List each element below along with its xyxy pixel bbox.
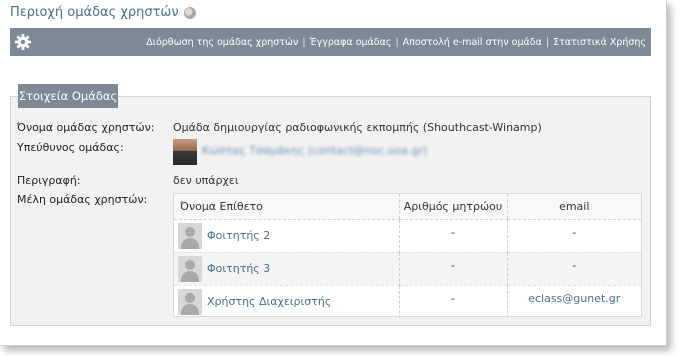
user-avatar-icon: [178, 288, 202, 315]
panel-legend: Στοιχεία Ομάδας: [18, 84, 118, 108]
member-name-link[interactable]: Φοιτητής 3: [207, 262, 270, 275]
member-email: -: [506, 219, 641, 252]
member-registry: -: [398, 219, 507, 252]
member-email-link[interactable]: eclass@gunet.gr: [528, 292, 620, 305]
group-name-label: Όνομα ομάδας χρηστών:: [17, 121, 155, 134]
column-header-name: Όνομα Επίθετο: [174, 194, 399, 220]
members-label: Μέλη ομάδας χρηστών:: [17, 193, 148, 206]
owner-name-link[interactable]: Κώστας Τσαμάκης (contact@noc.uoa.gr): [202, 144, 427, 157]
table-row: Φοιτητής 2 - -: [174, 219, 641, 252]
member-registry: -: [398, 251, 507, 285]
send-email-link[interactable]: Αποστολή e-mail στην ομάδα: [403, 37, 542, 48]
separator: |: [302, 36, 306, 48]
page-title: Περιοχή ομάδας χρηστών: [10, 5, 196, 20]
members-table: Όνομα Επίθετο Αριθμός μητρώου email Φοιτ…: [173, 193, 642, 318]
owner-label: Υπεύθυνος ομάδας:: [17, 141, 124, 154]
edit-group-link[interactable]: Διόρθωση της ομάδας χρηστών: [146, 37, 298, 48]
table-header-row: Όνομα Επίθετο Αριθμός μητρώου email: [174, 194, 641, 220]
description-value: δεν υπάρχει: [173, 174, 239, 187]
owner-avatar: [173, 139, 197, 165]
column-header-email: email: [506, 194, 641, 220]
toolbar-links: Διόρθωση της ομάδας χρηστών | Έγγραφα ομ…: [146, 37, 646, 48]
column-header-registry: Αριθμός μητρώου: [398, 194, 507, 220]
group-name-value: Ομάδα δημιουργίας ραδιοφωνικής εκπομπής …: [173, 121, 542, 134]
gear-icon[interactable]: [13, 32, 33, 52]
description-label: Περιγραφή:: [17, 174, 81, 187]
user-avatar-icon: [178, 222, 202, 249]
usage-statistics-link[interactable]: Στατιστικά Χρήσης: [553, 37, 646, 48]
member-name-link[interactable]: Φοιτητής 2: [207, 229, 270, 242]
window-frame: Περιοχή ομάδας χρηστών Διόρθωση της ομάδ…: [0, 0, 667, 346]
member-email: -: [506, 251, 641, 285]
separator: |: [545, 36, 550, 48]
group-documents-link[interactable]: Έγγραφα ομάδας: [310, 37, 392, 48]
member-name-link[interactable]: Χρήστης Διαχειριστής: [207, 295, 331, 308]
help-circle-icon[interactable]: [183, 6, 196, 19]
page-title-text: Περιοχή ομάδας χρηστών: [10, 5, 179, 20]
table-row: Χρήστης Διαχειριστής - eclass@gunet.gr: [174, 284, 641, 318]
table-row: Φοιτητής 3 - -: [174, 251, 641, 285]
member-registry: -: [398, 284, 507, 318]
action-toolbar: Διόρθωση της ομάδας χρηστών | Έγγραφα ομ…: [10, 28, 651, 56]
separator: |: [395, 36, 399, 48]
user-avatar-icon: [178, 255, 202, 282]
